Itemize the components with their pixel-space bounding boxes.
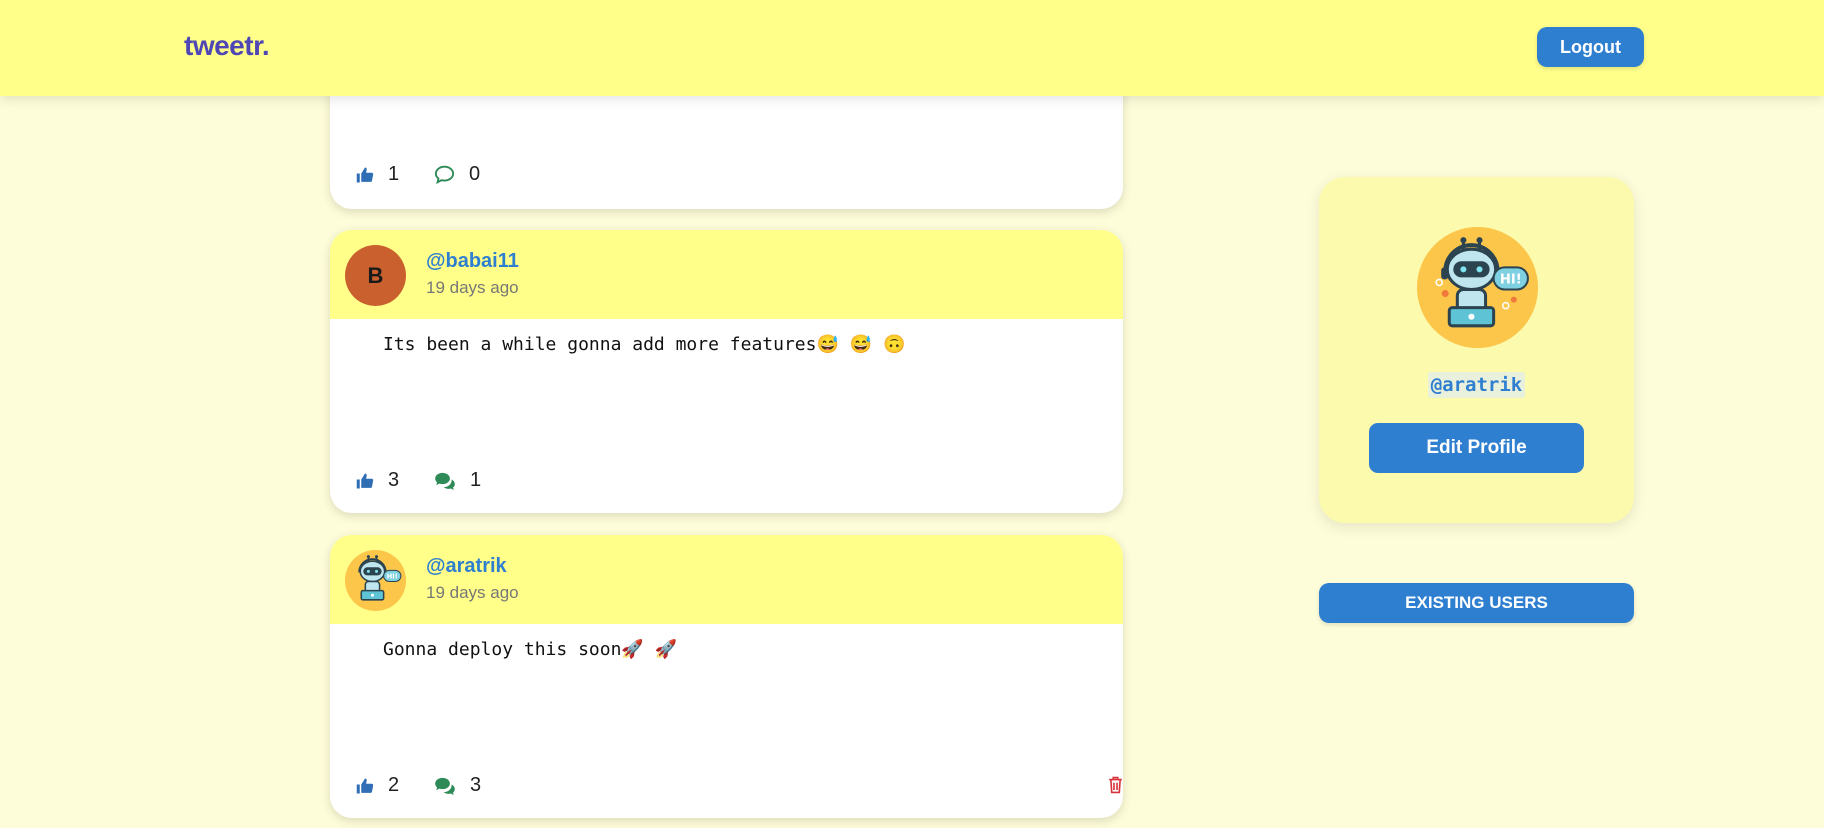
post-card: B @babai11 19 days ago Its been a while … (330, 230, 1123, 513)
like-button[interactable]: 2 (356, 774, 399, 797)
comment-count: 1 (470, 469, 482, 491)
trash-icon (1108, 776, 1123, 798)
comments-icon (434, 777, 456, 795)
thumbs-up-icon (356, 166, 374, 184)
profile-handle-text: @aratrik (1427, 372, 1526, 398)
comment-outline-icon (434, 165, 455, 184)
svg-text:HI!: HI! (1500, 272, 1522, 287)
logout-button[interactable]: Logout (1537, 27, 1644, 67)
svg-text:HI!: HI! (387, 572, 398, 580)
navbar: tweetr. Logout (0, 0, 1824, 96)
like-count: 2 (388, 774, 400, 796)
thumbs-up-icon (356, 777, 374, 795)
post-content: Gonna deploy this soon🚀 🚀 (383, 639, 678, 660)
robot-avatar-icon[interactable]: HI! (345, 550, 406, 611)
comment-count: 0 (469, 163, 481, 185)
post-author-handle[interactable]: @aratrik (426, 555, 507, 578)
post-timestamp: 19 days ago (426, 278, 519, 297)
robot-avatar-icon[interactable]: HI! (1417, 227, 1538, 348)
profile-handle: @aratrik (1319, 372, 1634, 398)
like-count: 3 (388, 469, 400, 491)
post-header: B @babai11 19 days ago (330, 230, 1123, 319)
existing-users-button[interactable]: EXISTING USERS (1319, 583, 1634, 623)
post-actions: 2 3 (356, 774, 1122, 804)
comment-count: 3 (470, 774, 482, 796)
delete-post-button[interactable] (1108, 776, 1123, 799)
post-author-handle[interactable]: @babai11 (426, 250, 519, 273)
profile-card: HI! @aratrik Edit Profile (1319, 177, 1634, 523)
brand-logo[interactable]: tweetr. (184, 30, 270, 62)
edit-profile-button[interactable]: Edit Profile (1369, 423, 1584, 473)
post-header: HI! @aratrik 19 days ago (330, 535, 1123, 624)
comment-button[interactable]: 0 (434, 163, 480, 186)
post-content: Its been a while gonna add more features… (383, 334, 906, 355)
comments-icon (434, 472, 456, 490)
thumbs-up-icon (356, 472, 374, 490)
like-button[interactable]: 3 (356, 469, 399, 492)
comment-button[interactable]: 1 (434, 469, 481, 492)
avatar[interactable]: B (345, 245, 406, 306)
post-actions: 3 1 (356, 469, 1096, 499)
comment-button[interactable]: 3 (434, 774, 481, 797)
post-card: HI! @aratrik 19 days ago Gonna deploy th… (330, 535, 1123, 818)
like-button[interactable]: 1 (356, 163, 399, 186)
post-timestamp: 19 days ago (426, 583, 519, 602)
post-actions: 1 0 (356, 163, 1096, 193)
like-count: 1 (388, 163, 400, 185)
